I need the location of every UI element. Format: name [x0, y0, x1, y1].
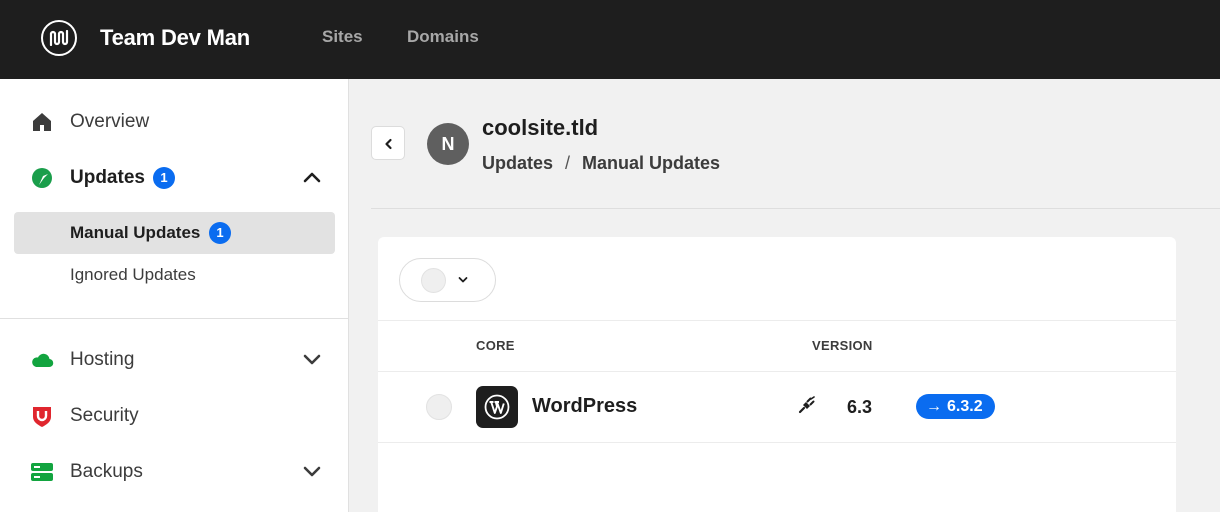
table-divider: [378, 442, 1176, 443]
bulk-select-dropdown[interactable]: [399, 258, 496, 302]
chevron-up-icon[interactable]: [302, 169, 322, 185]
wordpress-icon: [476, 386, 518, 428]
page-title: coolsite.tld: [482, 115, 599, 140]
table-divider: [378, 371, 1176, 372]
site-avatar: N: [427, 123, 469, 165]
breadcrumb-separator: /: [565, 153, 571, 173]
backups-icon: [31, 463, 53, 481]
sidebar-subitem-manual-updates[interactable]: Manual Updates 1: [14, 212, 335, 254]
updates-card: CORE VERSION WordPress 6.3 → 6.3.2: [378, 237, 1176, 512]
current-version: 6.3: [847, 397, 873, 417]
column-header-core: CORE: [476, 338, 515, 353]
nav-sites-link[interactable]: Sites: [322, 27, 363, 47]
chevron-down-icon[interactable]: [302, 351, 322, 367]
core-name: WordPress: [532, 395, 638, 417]
cloud-icon: [32, 353, 54, 368]
row-checkbox[interactable]: [426, 394, 452, 420]
chevron-down-icon: [458, 277, 468, 283]
sidebar-item-label: Security: [70, 405, 139, 426]
arrow-right-icon: →: [926, 398, 942, 415]
breadcrumb-updates-link[interactable]: Updates: [482, 153, 553, 173]
sidebar-subitem-label: Ignored Updates: [70, 265, 196, 284]
new-version-label: 6.3.2: [947, 398, 983, 415]
sidebar-item-hosting[interactable]: Hosting: [0, 339, 349, 379]
sidebar-subitem-ignored-updates[interactable]: Ignored Updates: [14, 254, 335, 296]
sidebar-item-label: Updates: [70, 167, 145, 188]
column-header-version: VERSION: [812, 338, 873, 353]
sidebar-item-backups[interactable]: Backups: [0, 451, 349, 491]
sidebar-item-label: Hosting: [70, 349, 135, 370]
sidebar-subitem-label: Manual Updates: [70, 223, 201, 242]
sidebar-item-label: Overview: [70, 111, 150, 132]
breadcrumb: Updates / Manual Updates: [482, 153, 720, 174]
breadcrumb-current: Manual Updates: [582, 153, 721, 173]
team-logo-icon[interactable]: [41, 20, 77, 56]
sidebar-item-label: Backups: [70, 461, 143, 482]
nav-domains-link[interactable]: Domains: [407, 27, 479, 47]
header-divider: [371, 208, 1220, 209]
manual-updates-count-badge: 1: [209, 222, 231, 244]
sidebar: Overview Updates 1 Manual Updates 1 Igno…: [0, 79, 349, 512]
select-all-checkbox[interactable]: [421, 268, 446, 293]
shield-icon: [33, 407, 51, 427]
team-name[interactable]: Team Dev Man: [100, 25, 250, 51]
chevron-down-icon[interactable]: [302, 463, 322, 479]
home-icon: [33, 113, 51, 131]
sidebar-divider: [0, 318, 349, 319]
sidebar-item-updates[interactable]: Updates 1: [0, 157, 349, 197]
updates-count-badge: 1: [153, 167, 175, 189]
chevron-left-icon: [385, 138, 392, 150]
top-bar: Team Dev Man Sites Domains: [0, 0, 1220, 79]
plug-icon: [798, 396, 815, 414]
back-button[interactable]: [371, 126, 405, 160]
new-version-badge[interactable]: → 6.3.2: [916, 394, 995, 419]
table-divider: [378, 320, 1176, 321]
sidebar-item-overview[interactable]: Overview: [0, 101, 349, 141]
sidebar-item-security[interactable]: Security: [0, 395, 349, 435]
updates-icon: [32, 168, 52, 188]
